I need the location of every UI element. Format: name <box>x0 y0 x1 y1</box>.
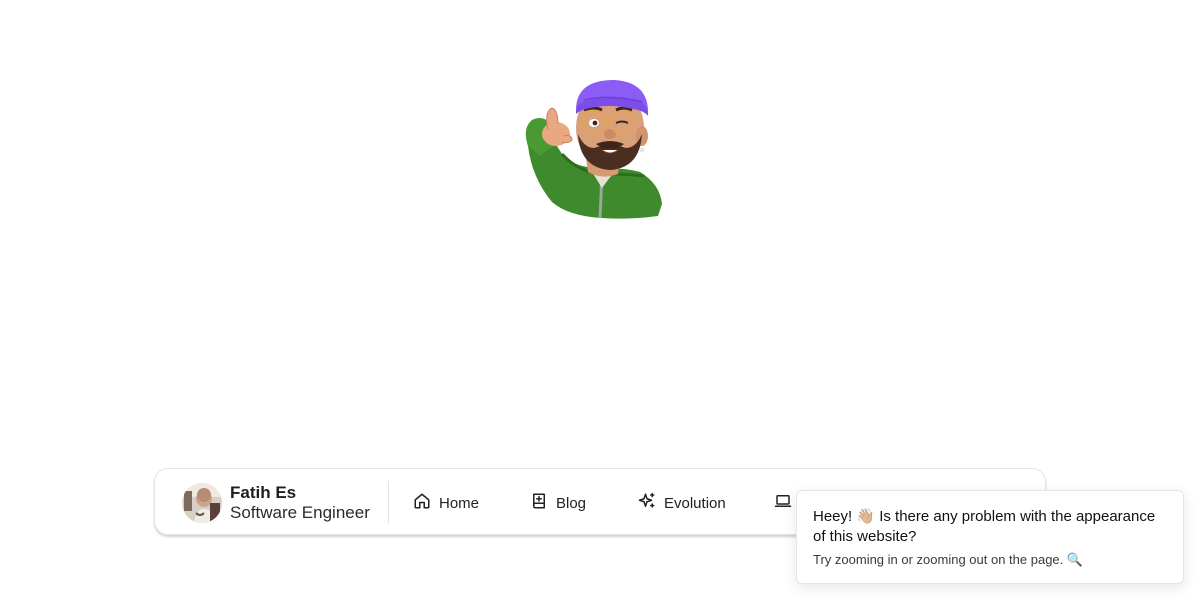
page: Fatih Es Software Engineer Home Blog Evo… <box>0 0 1200 600</box>
nav-blog-label: Blog <box>556 494 587 512</box>
book-icon <box>530 492 548 514</box>
profile-avatar <box>182 483 222 523</box>
nav-item-evolution[interactable]: Evolution <box>638 491 726 515</box>
toast-description: Try zooming in or zooming out on the pag… <box>813 552 1084 567</box>
dock-divider <box>388 481 389 524</box>
nav-item-blog[interactable]: Blog <box>530 491 586 515</box>
profile-name: Fatih Es <box>230 483 297 502</box>
toast-title: Heey! 👋🏼 Is there any problem with the a… <box>813 508 1156 545</box>
toast-notification: Heey! 👋🏼 Is there any problem with the a… <box>796 490 1184 584</box>
nav-evolution-label: Evolution <box>664 494 726 512</box>
memoji-avatar <box>518 76 664 220</box>
profile-role: Software Engineer <box>230 503 370 522</box>
nav-home-label: Home <box>439 494 480 512</box>
sparkles-icon <box>638 492 656 514</box>
nav-item-home[interactable]: Home <box>413 491 479 515</box>
profile[interactable]: Fatih Es Software Engineer <box>182 482 370 524</box>
home-icon <box>413 492 431 514</box>
profile-text: Fatih Es Software Engineer <box>230 483 370 523</box>
laptop-icon <box>774 492 792 514</box>
